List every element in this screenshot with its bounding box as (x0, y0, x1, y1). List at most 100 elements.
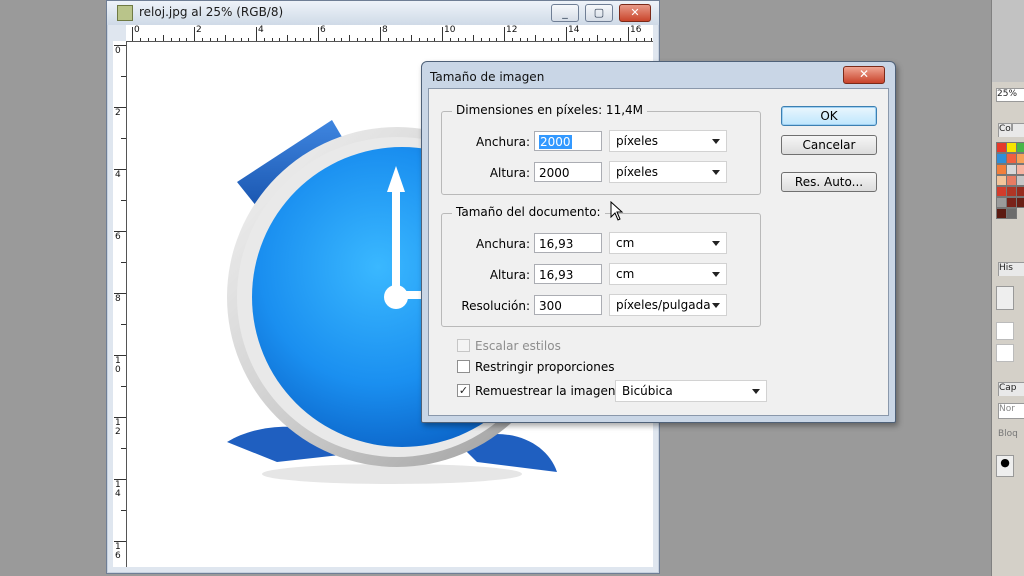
pixel-height-input[interactable]: 2000 (534, 162, 602, 182)
maximize-button[interactable]: ▢ (585, 4, 613, 22)
ruler-tick (434, 38, 436, 41)
ruler-tick (542, 38, 544, 41)
doc-width-label: Anchura: (476, 237, 530, 251)
pixel-dimensions-label: Dimensiones en píxeles: 11,4M (452, 103, 648, 117)
ruler-label: 6 (115, 232, 121, 242)
chevron-down-icon (752, 389, 760, 394)
eye-icon[interactable]: ● (996, 455, 1014, 477)
tab-history[interactable]: His (998, 262, 1024, 276)
ruler-tick (240, 38, 242, 41)
doc-height-label: Altura: (489, 268, 530, 282)
lock-label: Bloq (998, 429, 1018, 439)
ruler-tick (511, 38, 513, 41)
color-swatch[interactable] (1016, 142, 1024, 153)
doc-width-unit-select[interactable]: cm (609, 232, 727, 254)
dialog-title: Tamaño de imagen (430, 70, 545, 84)
ruler-tick (480, 38, 482, 41)
image-size-dialog: Tamaño de imagen ✕ Dimensiones en píxele… (421, 61, 896, 423)
color-swatch[interactable] (1016, 164, 1024, 175)
ruler-tick (121, 262, 126, 263)
chevron-down-icon (712, 170, 720, 175)
ruler-tick (418, 38, 420, 41)
doc-height-input[interactable]: 16,93 (534, 264, 602, 284)
ruler-tick (395, 38, 397, 41)
ruler-label: 1 0 (115, 356, 121, 375)
file-icon (117, 5, 133, 21)
history-snapshot-icon[interactable] (996, 286, 1014, 310)
doc-height-unit-select[interactable]: cm (609, 263, 727, 285)
ruler-tick (651, 38, 653, 41)
ruler-label: 1 6 (115, 542, 121, 561)
history-state[interactable] (996, 344, 1014, 362)
color-swatch[interactable] (1016, 153, 1024, 164)
color-swatch[interactable] (1016, 186, 1024, 197)
auto-resolution-button[interactable]: Res. Auto... (781, 172, 877, 192)
ruler-tick (178, 38, 180, 41)
doc-width-input[interactable]: 16,93 (534, 233, 602, 253)
color-swatch[interactable] (1016, 175, 1024, 186)
cancel-button[interactable]: Cancelar (781, 135, 877, 155)
ruler-tick (457, 38, 459, 41)
tab-layers[interactable]: Cap (998, 382, 1024, 396)
ruler-tick (612, 38, 614, 41)
ruler-label: 4 (115, 170, 121, 180)
ruler-label: 2 (115, 108, 121, 118)
tab-color[interactable]: Col (998, 123, 1024, 137)
ruler-tick (121, 448, 126, 449)
ruler-tick (271, 38, 273, 41)
blend-mode-select[interactable]: Nor (998, 403, 1024, 419)
resample-method-select[interactable]: Bicúbica (615, 380, 767, 402)
document-title-bar[interactable]: reloj.jpg al 25% (RGB/8) _ ▢ ✕ (107, 1, 659, 25)
ruler-tick (310, 38, 312, 41)
ok-button[interactable]: OK (781, 106, 877, 126)
scale-styles-checkbox[interactable] (457, 339, 470, 352)
chevron-down-icon (712, 303, 720, 308)
resolution-unit-select[interactable]: píxeles/pulgada (609, 294, 727, 316)
minimize-button[interactable]: _ (551, 4, 579, 22)
scale-styles-label: Escalar estilos (475, 339, 561, 353)
ruler-horizontal[interactable]: 0 2 4 6 8 10 12 14 16 (126, 25, 653, 42)
ruler-label: 0 (115, 46, 121, 56)
pixel-width-unit-select[interactable]: píxeles (609, 130, 727, 152)
ruler-tick (121, 76, 126, 77)
ruler-tick (473, 35, 474, 41)
ruler-label: 8 (382, 25, 388, 35)
ruler-tick (186, 38, 188, 41)
ruler-tick (232, 38, 234, 41)
close-button[interactable]: ✕ (619, 4, 651, 22)
document-size-label: Tamaño del documento: (452, 205, 605, 219)
ruler-vertical[interactable]: 0 2 4 6 8 1 0 1 2 1 4 1 6 (113, 41, 127, 567)
ruler-tick (589, 38, 591, 41)
mouse-cursor-icon (610, 201, 624, 221)
ruler-tick (527, 38, 529, 41)
resolution-input[interactable]: 300 (534, 295, 602, 315)
resample-checkbox[interactable]: ✓ (457, 384, 470, 397)
ruler-tick (318, 27, 319, 41)
navigator-zoom-field[interactable]: 25% (996, 88, 1024, 102)
ruler-tick (170, 38, 172, 41)
ruler-tick (121, 510, 126, 511)
ruler-tick (341, 38, 343, 41)
ruler-tick (573, 38, 575, 41)
ruler-tick (387, 38, 389, 41)
constrain-proportions-checkbox[interactable] (457, 360, 470, 373)
ruler-tick (411, 35, 412, 41)
ruler-label: 1 2 (115, 418, 121, 437)
pixel-height-unit-select[interactable]: píxeles (609, 161, 727, 183)
ruler-tick (279, 38, 281, 41)
ruler-tick (294, 38, 296, 41)
ruler-tick (139, 38, 141, 41)
ruler-tick (256, 27, 257, 41)
chevron-down-icon (712, 139, 720, 144)
pixel-dimensions-group: Dimensiones en píxeles: 11,4M Anchura: 2… (441, 103, 761, 195)
ruler-tick (496, 38, 498, 41)
dialog-close-button[interactable]: ✕ (843, 66, 885, 84)
pixel-width-input[interactable]: 2000 (534, 131, 602, 151)
color-swatch[interactable] (1016, 197, 1024, 208)
history-state[interactable] (996, 322, 1014, 340)
ruler-tick (442, 27, 443, 41)
ruler-tick (194, 27, 195, 41)
ruler-tick (519, 38, 521, 41)
ruler-label: 4 (258, 25, 264, 35)
color-swatch[interactable] (1006, 208, 1017, 219)
